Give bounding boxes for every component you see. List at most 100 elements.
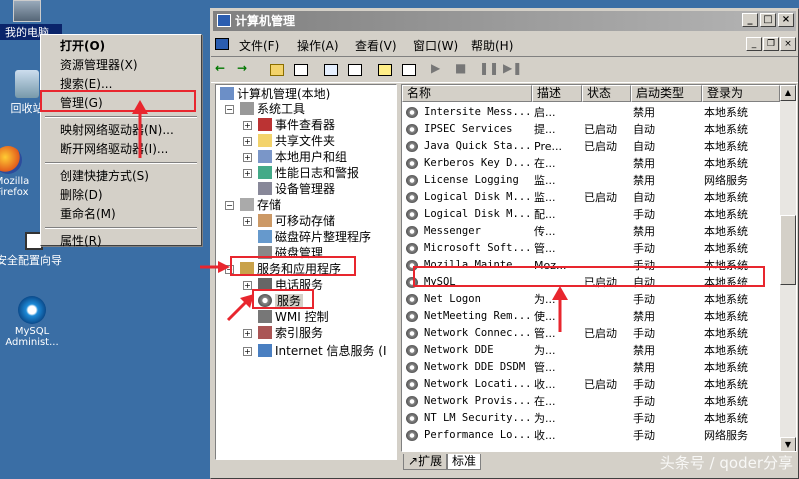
menu-view[interactable]: 查看(V) — [355, 37, 397, 54]
menu-item-delete[interactable]: 删除(D) — [43, 186, 199, 205]
service-startup-type: 禁用 — [633, 174, 655, 187]
scroll-thumb[interactable] — [780, 215, 796, 285]
menu-item-explorer[interactable]: 资源管理器(X) — [43, 56, 199, 75]
tree-item-disk-management[interactable]: 磁盘管理 — [258, 245, 323, 261]
menu-item-search[interactable]: 搜索(E)... — [43, 75, 199, 94]
expand-icon[interactable]: + — [243, 329, 252, 338]
vertical-scrollbar[interactable]: ▲ ▼ — [780, 85, 796, 451]
desktop-icon-firefox[interactable]: Mozilla Firefox — [0, 146, 38, 198]
expand-icon[interactable]: + — [243, 121, 252, 130]
service-gear-icon — [406, 294, 418, 305]
menu-item-map-drive[interactable]: 映射网络驱动器(N)... — [43, 121, 199, 140]
start-service-icon[interactable]: ▶ — [431, 61, 451, 79]
forward-icon[interactable]: → — [237, 61, 257, 79]
tree-item-storage[interactable]: 存储 — [240, 197, 281, 213]
child-restore-button[interactable]: ❐ — [763, 37, 779, 51]
tree-item-device-manager[interactable]: 设备管理器 — [258, 181, 335, 197]
stop-service-icon[interactable]: ■ — [455, 61, 475, 79]
tree-item-removable-storage[interactable]: 可移动存储 — [258, 213, 335, 229]
column-header-startup-type[interactable]: 启动类型 — [631, 85, 702, 102]
service-row[interactable]: Logical Disk M... 配... 手动 本地系统 — [402, 206, 780, 223]
tree-item-wmi[interactable]: WMI 控制 — [258, 309, 329, 325]
service-row[interactable]: Network DDE 为... 禁用 本地系统 — [402, 342, 780, 359]
refresh-icon[interactable] — [321, 61, 341, 79]
properties-icon[interactable] — [399, 61, 419, 79]
expand-icon[interactable]: + — [243, 137, 252, 146]
expand-icon[interactable]: + — [243, 347, 252, 356]
service-startup-type: 手动 — [633, 293, 655, 306]
collapse-icon[interactable]: − — [225, 265, 234, 274]
column-header-logon-as[interactable]: 登录为 — [702, 85, 780, 102]
maximize-button[interactable]: □ — [760, 13, 776, 27]
menu-item-properties[interactable]: 属性(R) — [43, 232, 199, 251]
tree-item-indexing[interactable]: 索引服务 — [258, 325, 323, 341]
collapse-icon[interactable]: − — [225, 105, 234, 114]
restart-service-icon[interactable]: ▶❚ — [503, 61, 523, 79]
service-row[interactable]: Net Logon 为... 手动 本地系统 — [402, 291, 780, 308]
tree-item-shared-folders[interactable]: 共享文件夹 — [258, 133, 335, 149]
close-button[interactable]: × — [778, 13, 794, 27]
service-row[interactable]: Network Locati... 收... 已启动 手动 本地系统 — [402, 376, 780, 393]
tree-item-services[interactable]: 服务 — [258, 293, 304, 309]
scroll-up-icon[interactable]: ▲ — [780, 85, 796, 101]
tree-item-event-viewer[interactable]: 事件查看器 — [258, 117, 335, 133]
tree-item-telephony[interactable]: 电话服务 — [258, 277, 323, 293]
title-bar[interactable]: 计算机管理 _ □ × — [213, 11, 796, 31]
pause-service-icon[interactable]: ❚❚ — [479, 61, 499, 79]
tab-standard[interactable]: 标准 — [447, 454, 482, 470]
service-row[interactable]: Network Provis... 在... 手动 本地系统 — [402, 393, 780, 410]
service-row[interactable]: NT LM Security... 为... 手动 本地系统 — [402, 410, 780, 427]
menu-window[interactable]: 窗口(W) — [413, 37, 458, 54]
expand-icon[interactable]: + — [243, 153, 252, 162]
service-row[interactable]: Kerberos Key D... 在... 禁用 本地系统 — [402, 155, 780, 172]
menu-item-create-shortcut[interactable]: 创建快捷方式(S) — [43, 167, 199, 186]
menu-item-rename[interactable]: 重命名(M) — [43, 205, 199, 224]
tree-item-perf-logs[interactable]: 性能日志和警报 — [258, 165, 359, 181]
tab-extended[interactable]: ↗扩展 — [403, 454, 448, 470]
service-row[interactable]: NetMeeting Rem... 使... 禁用 本地系统 — [402, 308, 780, 325]
column-header-name[interactable]: 名称 — [402, 85, 532, 102]
scroll-down-icon[interactable]: ▼ — [780, 437, 796, 451]
expand-icon[interactable]: + — [243, 217, 252, 226]
service-row[interactable]: Mozilla Mainte... Moz... 手动 本地系统 — [402, 257, 780, 274]
service-row[interactable]: Java Quick Sta... Pre... 已启动 自动 本地系统 — [402, 138, 780, 155]
service-row[interactable]: Network DDE DSDM 管... 禁用 本地系统 — [402, 359, 780, 376]
child-close-button[interactable]: × — [780, 37, 796, 51]
tree-item-system-tools[interactable]: 系统工具 — [240, 101, 305, 117]
menu-action[interactable]: 操作(A) — [297, 37, 339, 54]
service-row[interactable]: Network Connec... 管... 已启动 手动 本地系统 — [402, 325, 780, 342]
help-icon[interactable] — [375, 61, 395, 79]
menu-item-disconnect-drive[interactable]: 断开网络驱动器(I)... — [43, 140, 199, 159]
expand-icon[interactable]: + — [243, 281, 252, 290]
service-row[interactable]: Messenger 传... 禁用 本地系统 — [402, 223, 780, 240]
mysql-admin-icon — [18, 296, 46, 324]
service-row[interactable]: IPSEC Services 提... 已启动 自动 本地系统 — [402, 121, 780, 138]
expand-icon[interactable]: + — [243, 169, 252, 178]
child-minimize-button[interactable]: _ — [746, 37, 762, 51]
show-tree-icon[interactable] — [291, 61, 311, 79]
column-header-status[interactable]: 状态 — [582, 85, 631, 102]
desktop-icon-mysql-admin[interactable]: MySQL Administ... — [0, 296, 70, 348]
tree-item-services-apps[interactable]: 服务和应用程序 — [240, 261, 341, 277]
tree-item-local-users[interactable]: 本地用户和组 — [258, 149, 347, 165]
minimize-button[interactable]: _ — [742, 13, 758, 27]
back-icon[interactable]: ← — [215, 61, 235, 79]
service-row[interactable]: Intersite Mess... 启... 禁用 本地系统 — [402, 104, 780, 121]
tree-root[interactable]: 计算机管理(本地) — [220, 86, 330, 102]
menu-item-manage[interactable]: 管理(G) — [43, 94, 199, 113]
collapse-icon[interactable]: − — [225, 201, 234, 210]
service-row[interactable]: Logical Disk M... 监... 已启动 自动 本地系统 — [402, 189, 780, 206]
service-row[interactable]: MySQL 已启动 自动 本地系统 — [402, 274, 780, 291]
up-folder-icon[interactable] — [267, 61, 287, 79]
menu-help[interactable]: 帮助(H) — [471, 37, 513, 54]
menu-item-open[interactable]: 打开(O) — [43, 37, 199, 56]
column-header-description[interactable]: 描述 — [532, 85, 582, 102]
app-menu-icon[interactable] — [215, 38, 229, 50]
export-list-icon[interactable] — [345, 61, 365, 79]
service-row[interactable]: License Logging 监... 禁用 网络服务 — [402, 172, 780, 189]
service-row[interactable]: Performance Lo... 收... 手动 网络服务 — [402, 427, 780, 444]
menu-file[interactable]: 文件(F) — [239, 37, 279, 54]
tree-item-defrag[interactable]: 磁盘碎片整理程序 — [258, 229, 371, 245]
tree-item-iis[interactable]: Internet 信息服务 (I — [258, 343, 387, 359]
service-row[interactable]: Microsoft Soft... 管... 手动 本地系统 — [402, 240, 780, 257]
